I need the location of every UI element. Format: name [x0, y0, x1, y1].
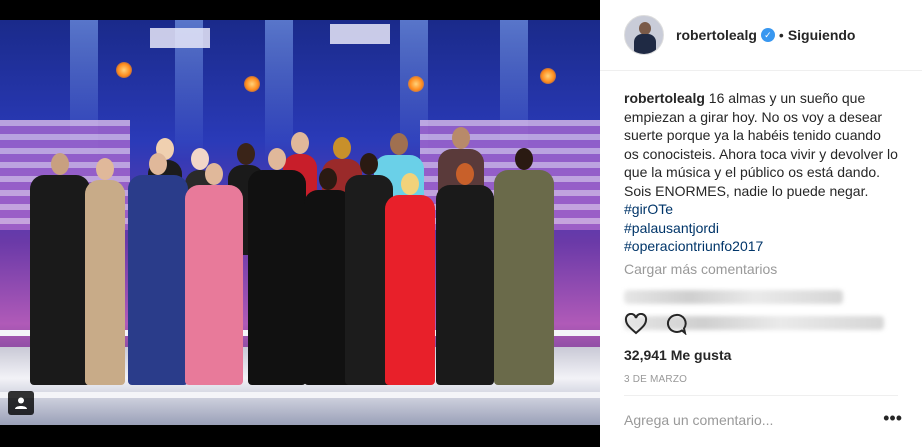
- stage-panel: [150, 28, 210, 48]
- person-figure: [85, 158, 125, 385]
- more-options-icon[interactable]: •••: [883, 408, 902, 429]
- stage-light-beam: [265, 20, 293, 160]
- action-bar: [624, 313, 688, 335]
- blurred-comment: [624, 290, 844, 304]
- add-comment-input[interactable]: [624, 412, 864, 428]
- person-icon: [15, 397, 27, 409]
- post-date[interactable]: 3 DE MARZO: [624, 374, 687, 385]
- post-header: robertolealg ✓ • Siguiendo: [600, 0, 922, 71]
- stage-panel: [330, 24, 390, 44]
- hashtag-link[interactable]: #operaciontriunfo2017: [624, 237, 898, 256]
- person-figure: [128, 153, 188, 385]
- person-figure: [248, 148, 306, 385]
- person-figure: [185, 163, 243, 385]
- person-figure: [436, 163, 494, 385]
- post-photo[interactable]: [0, 20, 600, 425]
- caption: robertolealg 16 almas y un sueño que emp…: [624, 89, 898, 256]
- comment-icon[interactable]: [664, 313, 688, 335]
- person-figure: [494, 148, 554, 385]
- verified-badge-icon: ✓: [760, 28, 775, 42]
- header-username[interactable]: robertolealg: [676, 27, 757, 43]
- divider: [624, 395, 898, 396]
- person-figure: [385, 173, 435, 385]
- person-figure: [30, 153, 90, 385]
- avatar[interactable]: [624, 15, 664, 55]
- stage-lamp: [408, 76, 424, 92]
- stage-rail: [0, 392, 600, 398]
- stage-lamp: [540, 68, 556, 84]
- comments-section: robertolealg 16 almas y un sueño que emp…: [600, 71, 922, 330]
- hashtag-link[interactable]: #girOTe: [624, 200, 898, 219]
- heart-icon[interactable]: [624, 313, 648, 335]
- load-more-comments-button[interactable]: Cargar más comentarios: [624, 260, 898, 279]
- post-side-panel: robertolealg ✓ • Siguiendo robertolealg …: [600, 0, 922, 447]
- user-tag-icon[interactable]: [8, 391, 34, 415]
- likes-count[interactable]: 32,941 Me gusta: [624, 347, 731, 363]
- separator-dot: •: [778, 27, 784, 43]
- caption-username[interactable]: robertolealg: [624, 90, 705, 106]
- following-button[interactable]: Siguiendo: [788, 27, 856, 43]
- hashtag-link[interactable]: #palausantjordi: [624, 219, 898, 238]
- stage-lamp: [244, 76, 260, 92]
- stage-lamp: [116, 62, 132, 78]
- caption-text: 16 almas y un sueño que empiezan a girar…: [624, 90, 898, 199]
